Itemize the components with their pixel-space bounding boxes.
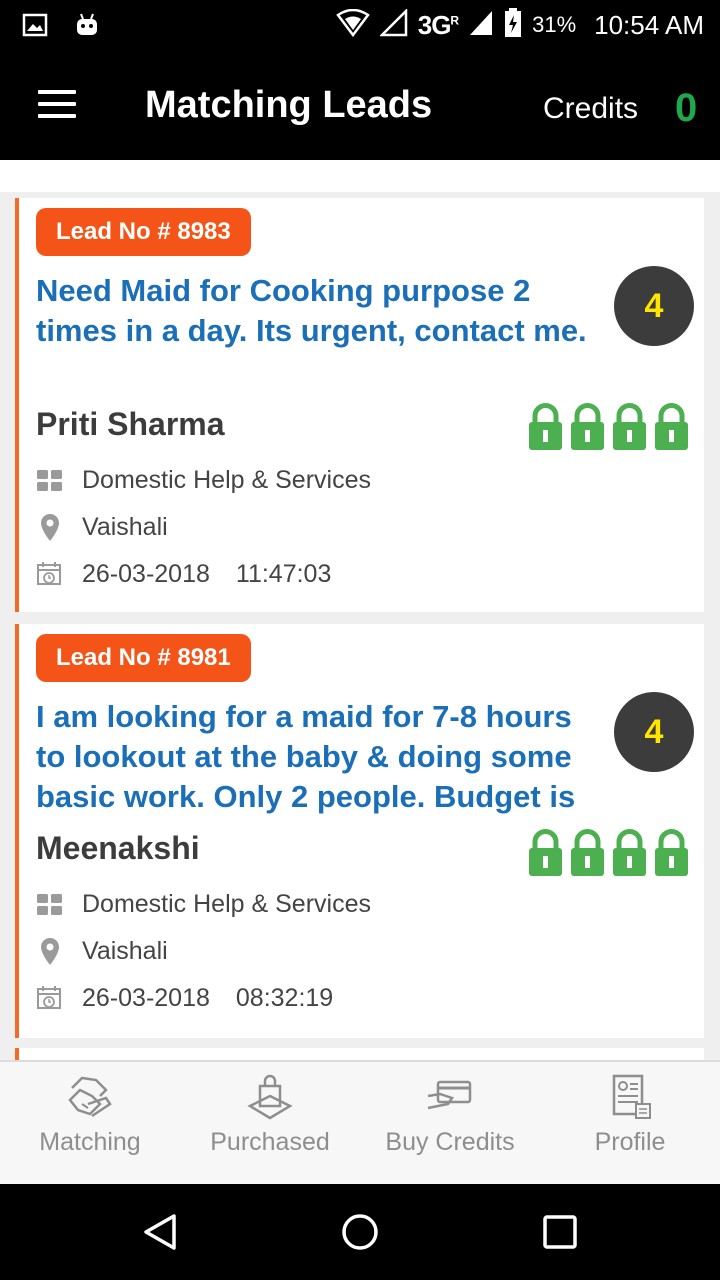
network-type: 3GR bbox=[417, 9, 459, 40]
lead-number-badge: Lead No # 8981 bbox=[36, 634, 251, 682]
credits-value[interactable]: 0 bbox=[675, 86, 697, 131]
menu-icon[interactable] bbox=[38, 90, 76, 118]
lead-location: Vaishali bbox=[82, 513, 168, 541]
handshake-icon bbox=[68, 1076, 112, 1118]
lead-category: Domestic Help & Services bbox=[82, 466, 371, 494]
lead-location: Vaishali bbox=[82, 937, 168, 965]
system-nav-bar bbox=[0, 1184, 720, 1280]
clock: 10:54 AM bbox=[594, 9, 704, 40]
lock-icon[interactable] bbox=[569, 402, 606, 452]
nav-label: Matching bbox=[39, 1128, 141, 1156]
shopping-bag-icon bbox=[247, 1074, 293, 1120]
lock-icon[interactable] bbox=[527, 402, 564, 452]
battery-percentage: 31% bbox=[532, 12, 577, 37]
signal-icon bbox=[378, 7, 408, 42]
leads-list[interactable]: Lead No # 8983 Need Maid for Cooking pur… bbox=[0, 160, 720, 1060]
app-bar: Matching Leads Credits 0 bbox=[0, 50, 720, 160]
nav-profile[interactable]: Profile bbox=[540, 1062, 720, 1184]
lead-title[interactable]: I am looking for a maid for 7-8 hours to… bbox=[36, 697, 596, 817]
wifi-icon bbox=[335, 8, 370, 42]
battery-charging-icon bbox=[504, 7, 522, 43]
credit-card-icon bbox=[427, 1080, 472, 1110]
back-icon[interactable] bbox=[140, 1212, 180, 1252]
datetime-row: 26-03-2018 11:47:03 bbox=[36, 560, 331, 589]
lead-card[interactable]: Lead No # 8983 Need Maid for Cooking pur… bbox=[15, 198, 704, 612]
lead-number-badge: Lead No # 8983 bbox=[36, 208, 251, 256]
lead-card[interactable]: Lead No # 8981 I am looking for a maid f… bbox=[15, 624, 704, 1038]
home-icon[interactable] bbox=[340, 1212, 380, 1252]
customer-name: Priti Sharma bbox=[36, 406, 225, 442]
customer-name: Meenakshi bbox=[36, 830, 200, 866]
grid-icon bbox=[36, 467, 64, 495]
lock-icon[interactable] bbox=[653, 402, 690, 452]
nav-label: Purchased bbox=[210, 1128, 330, 1156]
credits-label: Credits bbox=[543, 92, 639, 125]
datetime-row: 26-03-2018 08:32:19 bbox=[36, 984, 333, 1013]
location-row: Vaishali bbox=[36, 937, 168, 966]
lead-time: 11:47:03 bbox=[235, 560, 332, 588]
lead-category: Domestic Help & Services bbox=[82, 890, 371, 918]
lead-date: 26-03-2018 bbox=[82, 984, 210, 1012]
nav-label: Buy Credits bbox=[385, 1128, 515, 1156]
calendar-clock-icon bbox=[36, 561, 64, 589]
nav-purchased[interactable]: Purchased bbox=[180, 1062, 360, 1184]
status-bar: 3GR 31% 10:54 AM bbox=[0, 0, 720, 50]
calendar-clock-icon bbox=[36, 985, 64, 1013]
profile-document-icon bbox=[612, 1074, 651, 1119]
nav-label: Profile bbox=[594, 1128, 666, 1156]
lock-icon[interactable] bbox=[611, 402, 648, 452]
grid-icon bbox=[36, 891, 64, 919]
lead-date: 26-03-2018 bbox=[82, 560, 210, 588]
location-pin-icon bbox=[36, 937, 64, 966]
lock-icon[interactable] bbox=[611, 828, 648, 878]
lock-group bbox=[527, 402, 690, 452]
android-icon bbox=[74, 12, 100, 43]
page-title: Matching Leads bbox=[145, 84, 433, 126]
recents-icon[interactable] bbox=[540, 1212, 580, 1252]
nav-matching[interactable]: Matching bbox=[0, 1062, 180, 1184]
list-top-strip bbox=[0, 160, 720, 192]
nav-buy-credits[interactable]: Buy Credits bbox=[360, 1062, 540, 1184]
bottom-nav: Matching Purchased Buy Credits Profile bbox=[0, 1060, 720, 1184]
lock-group bbox=[527, 828, 690, 878]
location-row: Vaishali bbox=[36, 513, 168, 542]
category-row: Domestic Help & Services bbox=[36, 466, 371, 495]
lead-count-badge: 4 bbox=[614, 692, 694, 772]
category-row: Domestic Help & Services bbox=[36, 890, 371, 919]
lock-icon[interactable] bbox=[569, 828, 606, 878]
lead-title[interactable]: Need Maid for Cooking purpose 2 times in… bbox=[36, 271, 596, 351]
signal-full-icon bbox=[468, 9, 494, 42]
lock-icon[interactable] bbox=[653, 828, 690, 878]
lead-count-badge: 4 bbox=[614, 266, 694, 346]
lock-icon[interactable] bbox=[527, 828, 564, 878]
lead-card-partial[interactable] bbox=[15, 1048, 704, 1060]
lead-time: 08:32:19 bbox=[235, 984, 334, 1012]
location-pin-icon bbox=[36, 513, 64, 542]
image-icon bbox=[22, 12, 48, 43]
